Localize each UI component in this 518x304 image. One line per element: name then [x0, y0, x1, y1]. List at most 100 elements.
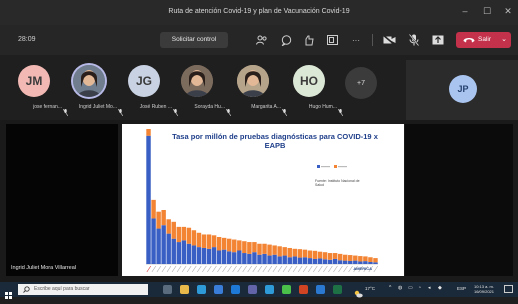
mic-off-icon[interactable]	[407, 33, 421, 47]
chevron-down-icon[interactable]: ⌄	[501, 32, 507, 48]
x-tick-label	[171, 265, 177, 273]
store-icon[interactable]	[214, 285, 223, 294]
x-tick-label	[252, 265, 257, 273]
bar-segment-orange	[337, 253, 343, 261]
bar-segment-orange	[206, 234, 212, 249]
x-tick-label	[333, 265, 338, 273]
legend-label	[321, 166, 330, 168]
maximize-button[interactable]: ☐	[478, 6, 496, 17]
bar-segment-orange	[297, 249, 303, 258]
bar-segment-orange	[216, 237, 222, 251]
x-tick-label	[202, 265, 207, 273]
excel-icon[interactable]	[333, 285, 342, 294]
chat-icon[interactable]	[279, 33, 293, 47]
more-participants-button[interactable]: +7	[345, 67, 377, 99]
avatar-initials: JG	[135, 74, 152, 88]
bar-segment-blue	[282, 255, 287, 264]
task-view-icon[interactable]	[163, 285, 172, 294]
notifications-icon[interactable]	[504, 285, 513, 293]
people-icon[interactable]	[255, 33, 269, 47]
volume-icon[interactable]: ◂	[428, 285, 431, 291]
bar-segment-orange	[156, 211, 161, 229]
participant-name: Ingrid Juliet Mo...	[78, 104, 117, 110]
network-icon[interactable]: ◍	[398, 285, 402, 291]
participant-name: Hugo Hum...	[308, 104, 337, 110]
bar-segment-blue	[146, 135, 151, 264]
share-screen-icon[interactable]	[431, 33, 445, 47]
title-bar: Ruta de atención Covid-19 y plan de Vacu…	[0, 0, 518, 25]
avatar-initials: HO	[300, 74, 318, 88]
language-indicator[interactable]: ESP	[457, 286, 466, 291]
sound-icon[interactable]: ◆	[438, 285, 442, 291]
request-control-button[interactable]: Solicitar control	[160, 32, 228, 48]
battery-icon[interactable]: ▭	[408, 285, 413, 291]
x-tick-label	[207, 265, 212, 273]
source-note: Fuente: Instituto Nacional de Salud	[315, 179, 360, 187]
bar-segment-blue	[176, 242, 182, 264]
slide-title: Tasa por millón de pruebas diagnósticas …	[162, 132, 388, 150]
bar-segment-orange	[151, 199, 156, 219]
bar-segment-orange	[252, 242, 257, 253]
bar-segment-blue	[191, 245, 197, 264]
x-tick-label	[146, 265, 152, 273]
rooms-icon[interactable]	[325, 33, 339, 47]
bar-segment-blue	[312, 258, 318, 264]
bar-segment-blue	[297, 257, 303, 264]
bar-segment-orange	[161, 210, 166, 226]
bar-segment-blue	[201, 247, 207, 264]
chevron-up-icon[interactable]: ^	[389, 285, 391, 291]
x-tick-label	[282, 265, 288, 273]
meeting-timer: 28:09	[18, 36, 36, 43]
bar-segment-blue	[171, 238, 176, 264]
participant-tile[interactable]: HO Hugo Hum...	[275, 65, 345, 117]
bar-segment-blue	[292, 256, 298, 264]
x-tick-label	[338, 265, 343, 273]
system-clock[interactable]: 10:13 a. m. 16/09/2021	[471, 284, 497, 294]
participant-name: jose fernan...	[33, 104, 62, 110]
x-tick-label	[318, 265, 323, 273]
wifi-icon[interactable]: ◔	[418, 285, 421, 291]
x-tick-label	[328, 265, 333, 273]
more-options-icon[interactable]: ···	[349, 33, 363, 47]
taskbar-search-input[interactable]: Escribe aquí para buscar	[18, 284, 148, 295]
weather-icon[interactable]	[354, 285, 363, 303]
browser-icon[interactable]	[265, 285, 274, 294]
bar-segment-orange	[262, 243, 267, 254]
close-button[interactable]: ✕	[499, 6, 517, 17]
camera-off-icon[interactable]	[382, 33, 396, 47]
x-tick-label	[313, 265, 318, 273]
bar-segment-blue	[211, 247, 217, 264]
bar-segment-orange	[201, 234, 207, 248]
bar-segment-orange	[302, 249, 308, 258]
mail-icon[interactable]	[231, 285, 240, 294]
edge-icon[interactable]	[197, 285, 206, 294]
clock-date: 16/09/2021	[473, 289, 495, 294]
powerpoint-icon[interactable]	[299, 285, 308, 294]
bar-segment-blue	[302, 257, 308, 264]
windows-start-icon[interactable]	[5, 286, 12, 304]
teams-icon[interactable]	[248, 285, 257, 294]
word-icon[interactable]	[316, 285, 325, 294]
x-tick-label	[191, 265, 197, 273]
x-tick-label	[287, 265, 293, 273]
x-tick-label	[297, 265, 303, 273]
windows-taskbar: Escribe aquí para buscar 17°C ^ ◍ ▭ ◔ ◂ …	[0, 282, 518, 299]
bar-segment-blue	[363, 261, 368, 264]
bar-segment-blue	[226, 251, 232, 264]
bar-segment-orange	[358, 256, 363, 262]
reactions-icon[interactable]	[302, 33, 316, 47]
file-explorer-icon[interactable]	[180, 285, 189, 294]
leave-button[interactable]: Salir ⌄	[456, 32, 511, 48]
minimize-button[interactable]: –	[456, 6, 474, 16]
participant-name: Sorayda Hu...	[194, 104, 225, 110]
avatar[interactable]: JP	[449, 75, 477, 103]
x-tick-label	[161, 265, 167, 273]
chrome-icon[interactable]	[282, 285, 291, 294]
bar-segment-orange	[353, 255, 358, 261]
presenter-video[interactable]: Ingrid Juliet Mora Villarreal	[6, 124, 118, 276]
avatar-initials: JM	[25, 74, 43, 88]
bar-segment-orange	[171, 221, 176, 239]
bar-segment-blue	[257, 254, 262, 264]
x-tick-label	[277, 265, 283, 273]
logo-text: AMERICA	[353, 266, 372, 271]
